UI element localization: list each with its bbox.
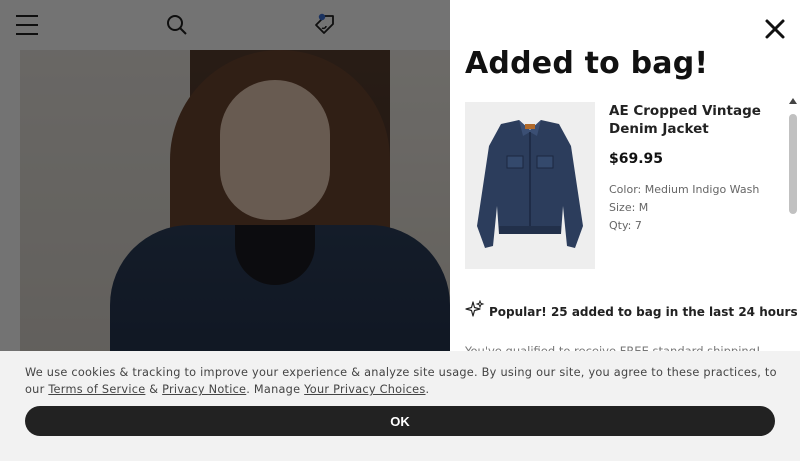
product-price: $69.95: [609, 151, 664, 167]
scroll-up-arrow-icon[interactable]: [789, 98, 797, 104]
popular-text: Popular! 25 added to bag in the last 24 …: [489, 304, 798, 319]
denim-jacket-image: [477, 119, 583, 248]
drawer-title: Added to bag!: [465, 46, 709, 81]
cookie-amp: &: [145, 383, 163, 396]
cookie-text-manage: . Manage: [246, 383, 305, 396]
cookie-banner: We use cookies & tracking to improve you…: [0, 351, 800, 461]
cookie-period: .: [425, 383, 430, 396]
terms-of-service-link[interactable]: Terms of Service: [48, 383, 145, 396]
ok-button[interactable]: OK: [25, 406, 775, 436]
product-qty: Qty: 7: [609, 219, 642, 232]
product-image: [465, 102, 595, 269]
privacy-notice-link[interactable]: Privacy Notice: [162, 383, 246, 396]
scrollbar-thumb[interactable]: [789, 114, 797, 214]
sparkle-icon: [465, 299, 485, 323]
product-size: Size: M: [609, 201, 649, 214]
close-icon[interactable]: [764, 18, 786, 40]
cookie-message: We use cookies & tracking to improve you…: [25, 364, 785, 398]
product-name[interactable]: AE Cropped Vintage Denim Jacket: [609, 102, 779, 138]
popular-notice: Popular! 25 added to bag in the last 24 …: [465, 299, 798, 323]
product-color: Color: Medium Indigo Wash: [609, 183, 760, 196]
privacy-choices-link[interactable]: Your Privacy Choices: [304, 383, 425, 396]
